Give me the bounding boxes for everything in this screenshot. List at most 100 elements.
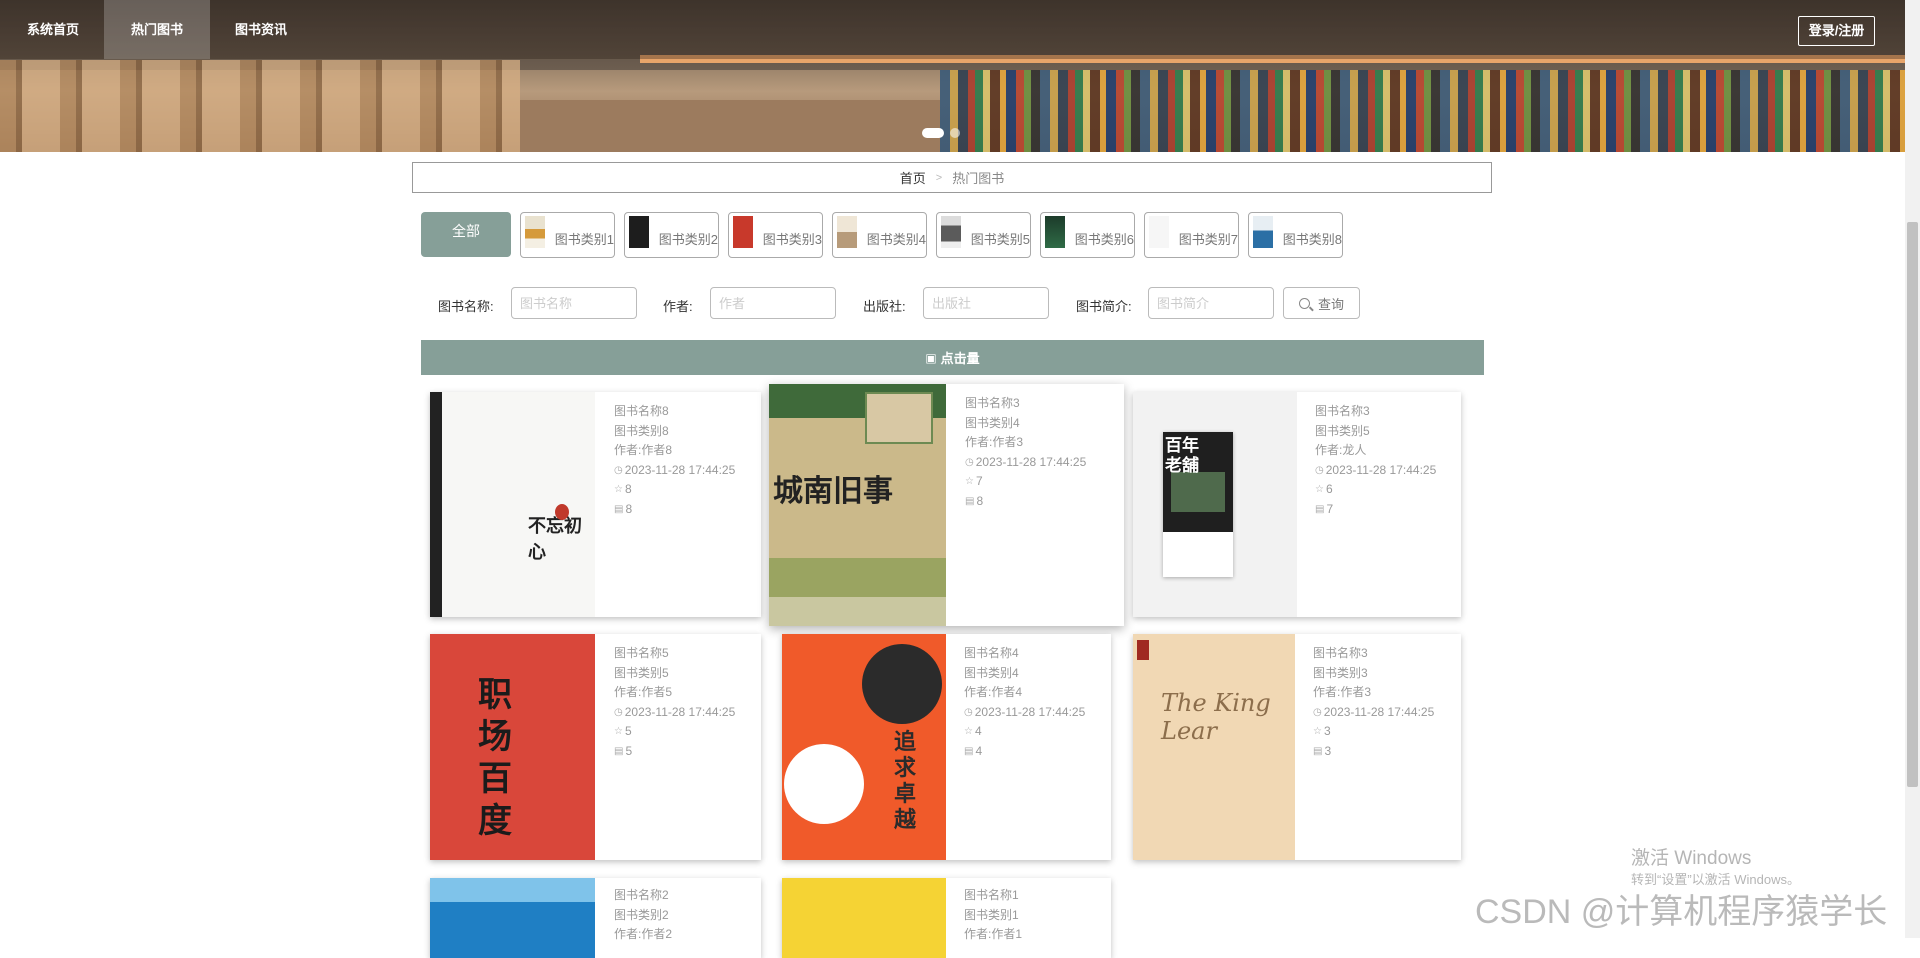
star-icon: ☆ (614, 726, 623, 737)
scrollbar-thumb[interactable] (1907, 222, 1918, 787)
book-card[interactable]: 城南旧事 图书名称3 图书类别4 作者:作者3 ◷ 2023-11-28 17:4… (769, 384, 1124, 626)
star-icon: ☆ (1313, 726, 1322, 737)
book-time: 2023-11-28 17:44:25 (975, 454, 1087, 469)
book-likes: 6 (1325, 482, 1333, 496)
book-time: 2023-11-28 17:44:25 (624, 704, 736, 719)
book-likes: 3 (1323, 724, 1331, 738)
category-thumb (733, 216, 753, 248)
book-info: 图书名称4 图书类别4 作者:作者4 ◷ 2023-11-28 17:44:25 … (964, 644, 1085, 761)
breadcrumb-separator: > (935, 171, 943, 184)
book-cover-title: 百年老舖 (1165, 436, 1199, 476)
clock-icon: ◷ (1313, 706, 1322, 718)
book-category: 图书类别1 (964, 907, 1019, 922)
search-button[interactable]: 查询 (1283, 287, 1360, 319)
category-thumb (1253, 216, 1273, 248)
book-card[interactable]: 图书名称2 图书类别2 作者:作者2 (430, 878, 761, 958)
star-icon: ☆ (614, 484, 623, 495)
search-name-input[interactable] (511, 287, 637, 319)
category-label: 图书类别5 (970, 231, 1030, 247)
book-name: 图书名称8 (614, 404, 669, 418)
category-thumb (1149, 216, 1169, 248)
nav-item-hot-books[interactable]: 热门图书 (104, 0, 211, 59)
book-likes: 5 (624, 724, 632, 738)
book-cover: 百年老舖 (1133, 392, 1297, 617)
category-item-4[interactable]: 图书类别4 (832, 212, 927, 258)
category-item-7[interactable]: 图书类别7 (1144, 212, 1239, 258)
book-category: 图书类别4 (965, 415, 1020, 430)
clock-icon: ◷ (965, 456, 974, 468)
comment-icon: ▤ (965, 495, 975, 507)
book-cover-title: 职场百度 (478, 675, 512, 841)
book-likes: 4 (974, 724, 982, 738)
book-info: 图书名称2 图书类别2 作者:作者2 (614, 886, 672, 945)
chart-icon: ▣ (925, 350, 937, 365)
category-item-3[interactable]: 图书类别3 (728, 212, 823, 258)
category-label: 图书类别2 (658, 231, 718, 247)
book-name: 图书名称2 (614, 888, 669, 902)
book-time: 2023-11-28 17:44:25 (1325, 462, 1437, 477)
category-item-6[interactable]: 图书类别6 (1040, 212, 1135, 258)
book-cover: The King Lear (1133, 634, 1295, 860)
category-all-button[interactable]: 全部 (421, 212, 511, 257)
search-icon (1298, 297, 1310, 309)
carousel-dots (922, 128, 960, 138)
comment-icon: ▤ (614, 503, 624, 515)
book-name: 图书名称3 (1313, 646, 1368, 660)
book-card[interactable]: 追求卓越 图书名称4 图书类别4 作者:作者4 ◷ 2023-11-28 17:4… (782, 634, 1111, 860)
category-item-5[interactable]: 图书类别5 (936, 212, 1031, 258)
book-likes: 7 (975, 474, 983, 488)
carousel-dot-active[interactable] (922, 128, 944, 138)
book-name: 图书名称4 (964, 646, 1019, 660)
book-name: 图书名称1 (964, 888, 1019, 902)
book-cover: 城南旧事 (769, 384, 946, 626)
book-cover: 职场百度 (430, 634, 595, 860)
clock-icon: ◷ (614, 706, 623, 718)
book-cover-title: 追求卓越 (894, 729, 917, 833)
book-author: 作者:作者4 (964, 685, 1023, 699)
book-views: 8 (976, 493, 984, 508)
carousel-dot[interactable] (950, 128, 960, 138)
category-item-1[interactable]: 图书类别1 (520, 212, 615, 258)
book-card[interactable]: The King Lear 图书名称3 图书类别3 作者:作者3 ◷ 2023-1… (1133, 634, 1461, 860)
login-register-button[interactable]: 登录/注册 (1798, 16, 1875, 46)
category-item-2[interactable]: 图书类别2 (624, 212, 719, 258)
book-views: 7 (1326, 501, 1334, 516)
search-author-label: 作者: (663, 299, 693, 314)
banner-floor (520, 100, 940, 152)
search-intro-input[interactable] (1148, 287, 1274, 319)
search-author-input[interactable] (710, 287, 836, 319)
book-author: 作者:作者8 (614, 443, 673, 457)
category-thumb (525, 216, 545, 248)
comment-icon: ▤ (614, 745, 624, 757)
search-publisher-input[interactable] (923, 287, 1049, 319)
book-time: 2023-11-28 17:44:25 (974, 704, 1086, 719)
book-card[interactable]: 百年老舖 图书名称3 图书类别5 作者:龙人 ◷ 2023-11-28 17:44… (1133, 392, 1461, 617)
nav-item-home[interactable]: 系统首页 (0, 0, 106, 59)
breadcrumb-current: 热门图书 (952, 171, 1005, 186)
book-author: 作者:作者3 (1313, 685, 1372, 699)
book-card[interactable]: 职场百度 图书名称5 图书类别5 作者:作者5 ◷ 2023-11-28 17:4… (430, 634, 761, 860)
book-cover (782, 878, 946, 958)
nav-item-news[interactable]: 图书资讯 (208, 0, 314, 59)
category-thumb (837, 216, 857, 248)
book-cover (430, 878, 595, 958)
star-icon: ☆ (1315, 484, 1324, 495)
category-item-8[interactable]: 图书类别8 (1248, 212, 1343, 258)
category-thumb (1045, 216, 1065, 248)
book-category: 图书类别8 (614, 423, 669, 438)
category-label: 图书类别7 (1178, 231, 1238, 247)
book-category: 图书类别5 (1315, 423, 1370, 438)
book-author: 作者:作者3 (965, 435, 1024, 449)
banner-stairs (0, 60, 520, 152)
book-cover-title: 城南旧事 (773, 474, 893, 509)
book-card[interactable]: 图书名称1 图书类别1 作者:作者1 (782, 878, 1111, 958)
breadcrumb-home[interactable]: 首页 (900, 168, 926, 187)
book-views: 3 (1324, 743, 1332, 758)
book-info: 图书名称1 图书类别1 作者:作者1 (964, 886, 1022, 945)
book-name: 图书名称5 (614, 646, 669, 660)
category-label: 图书类别6 (1074, 231, 1134, 247)
book-author: 作者:作者2 (614, 927, 673, 941)
book-card[interactable]: 不忘初心 图书名称8 图书类别8 作者:作者8 ◷ 2023-11-28 17:4… (430, 392, 761, 617)
category-label: 图书类别3 (762, 231, 822, 247)
clock-icon: ◷ (964, 706, 973, 718)
